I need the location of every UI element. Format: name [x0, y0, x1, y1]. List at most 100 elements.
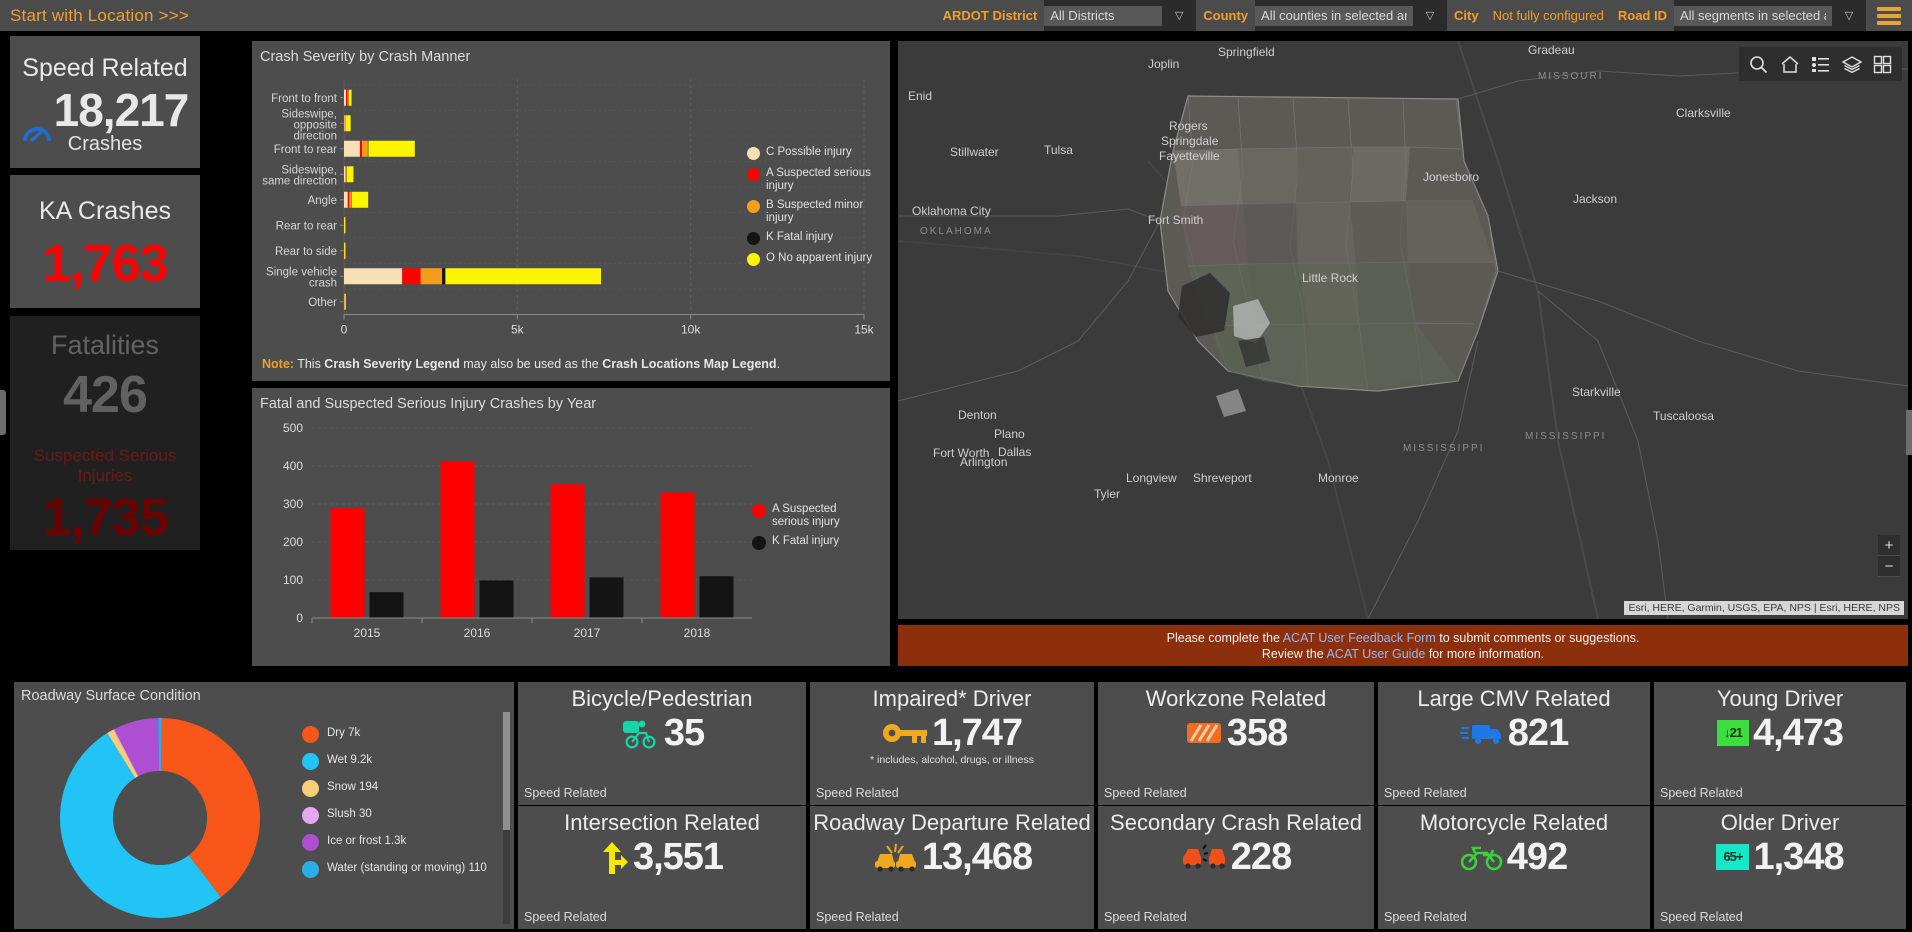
kpi-card[interactable]: Young Driver↓214,473Speed Related	[1654, 682, 1906, 805]
legend-color-dot	[747, 147, 760, 160]
kpi-card[interactable]: Bicycle/Pedestrian35Speed Related	[518, 682, 806, 805]
legend-label: Slush 30	[327, 807, 372, 822]
motorcycle-icon	[1461, 843, 1503, 871]
left-collapse-handle[interactable]	[0, 390, 6, 435]
surface-legend-scroll-thumb[interactable]	[503, 712, 510, 830]
legend-color-dot	[747, 253, 760, 266]
surface-legend-item[interactable]: Snow 194	[302, 780, 487, 797]
kpi-suspected-serious-injuries[interactable]: Suspected Serious Injuries 1,735	[10, 438, 200, 550]
kpi-speed-related[interactable]: Speed Related 18,217 Crashes	[10, 36, 200, 168]
map-zoom-controls[interactable]: + −	[1878, 535, 1900, 577]
ardot-district-input[interactable]	[1044, 6, 1162, 26]
svg-text:Angle: Angle	[308, 195, 337, 207]
kpi-card-value-row: ↓214,473	[1654, 712, 1906, 754]
kpi-fatalities-value: 426	[10, 369, 200, 421]
svg-text:500: 500	[283, 421, 303, 435]
ardot-district-box[interactable]: ▽	[1044, 0, 1196, 31]
roadway-surface-donut[interactable]	[50, 708, 300, 918]
map-state-label: MISSISSIPPI	[1403, 443, 1484, 454]
young-driver-badge-icon: ↓21	[1717, 720, 1749, 746]
map-city-label: Oklahoma City	[912, 204, 991, 218]
map-city-label: Springfield	[1218, 45, 1275, 59]
map-city-label: Plano	[994, 427, 1025, 441]
crash-locations-map[interactable]: SpringfieldGradeauJoplinEnidClarksvilleR…	[898, 41, 1908, 619]
crash-severity-title: Crash Severity by Crash Manner	[252, 41, 890, 65]
chevron-down-icon[interactable]: ▽	[1413, 9, 1447, 22]
county-input[interactable]	[1255, 6, 1413, 26]
kpi-card[interactable]: Impaired* Driver1,747* includes, alcohol…	[810, 682, 1094, 805]
legend-color-dot	[302, 753, 319, 770]
acat-user-guide-link[interactable]: ACAT User Guide	[1326, 647, 1425, 661]
kpi-card[interactable]: Workzone Related358Speed Related	[1098, 682, 1374, 805]
chevron-down-icon[interactable]: ▽	[1162, 9, 1196, 22]
crash-severity-legend-item[interactable]: B Suspected minor injury	[747, 199, 882, 224]
county-box[interactable]: ▽	[1255, 0, 1447, 31]
surface-legend-item[interactable]: Dry 7k	[302, 726, 487, 743]
home-icon[interactable]	[1776, 51, 1803, 78]
kpi-card-value-row: 492	[1378, 836, 1650, 878]
year-chart-legend-item[interactable]: A Suspected serious injury	[752, 503, 872, 528]
legend-color-dot	[747, 232, 760, 245]
kpi-card[interactable]: Secondary Crash Related228Speed Related	[1098, 806, 1374, 929]
chevron-down-icon[interactable]: ▽	[1832, 9, 1866, 22]
feedback-line1-prefix: Please complete the	[1167, 631, 1283, 645]
feedback-line-1: Please complete the ACAT User Feedback F…	[898, 630, 1908, 646]
note-e: .	[777, 357, 780, 371]
map-tools[interactable]	[1739, 47, 1902, 81]
crash-severity-legend-item[interactable]: O No apparent injury	[747, 252, 882, 266]
kpi-card[interactable]: Roadway Departure Related13,468Speed Rel…	[810, 806, 1094, 929]
svg-text:2016: 2016	[464, 626, 491, 640]
crash-severity-legend-item[interactable]: K Fatal injury	[747, 231, 882, 245]
road-id-input[interactable]	[1674, 6, 1832, 26]
layers-icon[interactable]	[1838, 51, 1865, 78]
note-b: Crash Severity Legend	[324, 357, 459, 371]
svg-text:0: 0	[296, 611, 303, 625]
surface-legend-scrollbar[interactable]	[503, 712, 510, 924]
basemap-grid-icon[interactable]	[1869, 51, 1896, 78]
map-zoom-out-button[interactable]: −	[1878, 556, 1900, 577]
kpi-fatalities[interactable]: Fatalities 426	[10, 316, 200, 438]
right-collapse-handle[interactable]	[1906, 410, 1912, 455]
kpi-card-value-row: 358	[1098, 712, 1374, 754]
crash-severity-legend-item[interactable]: A Suspected serious injury	[747, 167, 882, 192]
map-zoom-in-button[interactable]: +	[1878, 535, 1900, 556]
map-city-label: Rogers	[1169, 119, 1208, 133]
year-chart-legend-item[interactable]: K Fatal injury	[752, 535, 872, 550]
svg-text:Single vehiclecrash: Single vehiclecrash	[266, 266, 337, 289]
kpi-card-title: Impaired* Driver	[810, 682, 1094, 712]
svg-text:10k: 10k	[681, 323, 701, 337]
legend-color-dot	[747, 200, 760, 213]
start-with-location-label[interactable]: Start with Location >>>	[0, 6, 189, 26]
map-basemap	[898, 41, 1908, 619]
kpi-card[interactable]: Large CMV Related821Speed Related	[1378, 682, 1650, 805]
city-not-configured-note: Not fully configured	[1486, 8, 1611, 23]
road-id-box[interactable]: ▽	[1674, 0, 1866, 31]
acat-user-feedback-form-link[interactable]: ACAT User Feedback Form	[1283, 631, 1436, 645]
workzone-barrier-icon	[1185, 719, 1223, 747]
legend-color-dot	[302, 807, 319, 824]
map-state-label: MISSISSIPPI	[1525, 431, 1606, 442]
city-label: City	[1447, 8, 1486, 23]
kpi-card-title: Secondary Crash Related	[1098, 806, 1374, 836]
legend-color-dot	[747, 168, 760, 181]
kpi-card-title: Young Driver	[1654, 682, 1906, 712]
map-city-label: Tuscaloosa	[1653, 409, 1714, 423]
surface-legend-item[interactable]: Wet 9.2k	[302, 753, 487, 770]
legend-list-icon[interactable]	[1807, 51, 1834, 78]
crash-severity-legend: C Possible injury A Suspected serious inj…	[747, 146, 882, 273]
crash-severity-legend-item[interactable]: C Possible injury	[747, 146, 882, 160]
kpi-ka-crashes[interactable]: KA Crashes 1,763	[10, 175, 200, 308]
year-chart-legend: A Suspected serious injury K Fatal injury	[752, 503, 872, 557]
map-city-label: Enid	[908, 89, 932, 103]
kpi-card-value: 492	[1507, 836, 1567, 878]
map-city-label: Little Rock	[1302, 271, 1358, 285]
surface-legend-item[interactable]: Ice or frost 1.3k	[302, 834, 487, 851]
hamburger-menu-icon[interactable]	[1866, 0, 1912, 31]
kpi-card[interactable]: Motorcycle Related492Speed Related	[1378, 806, 1650, 929]
surface-legend-item[interactable]: Water (standing or moving) 110	[302, 861, 487, 878]
kpi-card[interactable]: Older Driver65+1,348Speed Related	[1654, 806, 1906, 929]
search-icon[interactable]	[1745, 51, 1772, 78]
intersection-arrow-icon	[601, 840, 629, 874]
surface-legend-item[interactable]: Slush 30	[302, 807, 487, 824]
kpi-card[interactable]: Intersection Related3,551Speed Related	[518, 806, 806, 929]
